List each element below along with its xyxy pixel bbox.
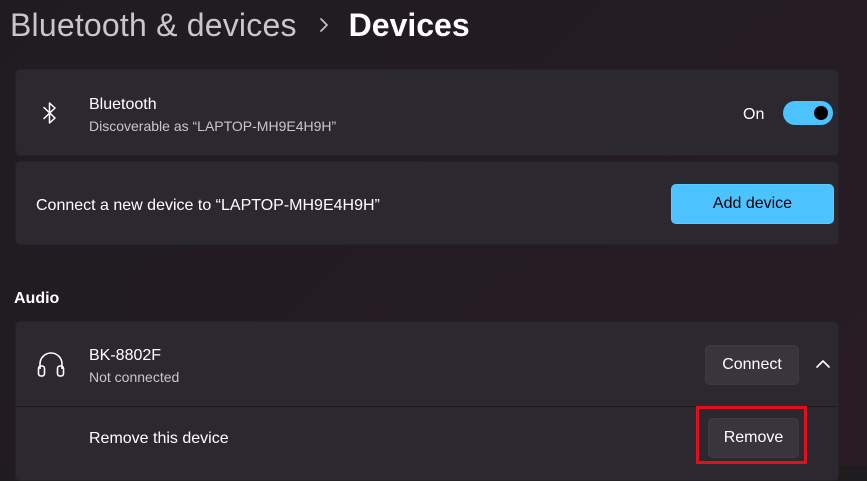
- add-device-button[interactable]: Add device: [671, 184, 834, 224]
- bluetooth-card: Bluetooth Discoverable as “LAPTOP-MH9E4H…: [15, 69, 839, 156]
- chevron-up-icon[interactable]: [808, 349, 838, 379]
- bluetooth-toggle[interactable]: [783, 101, 833, 125]
- bluetooth-title: Bluetooth: [89, 96, 157, 113]
- connect-button[interactable]: Connect: [705, 345, 799, 385]
- breadcrumb-separator-icon: [319, 18, 329, 32]
- toggle-knob: [814, 106, 828, 120]
- breadcrumb: Bluetooth & devices Devices: [10, 0, 470, 50]
- add-device-card: Connect a new device to “LAPTOP-MH9E4H9H…: [15, 161, 839, 245]
- page-title: Devices: [348, 6, 470, 43]
- audio-section-label: Audio: [14, 290, 60, 307]
- bluetooth-toggle-label: On: [743, 106, 765, 123]
- bluetooth-icon: [38, 100, 62, 126]
- device-name: BK-8802F: [89, 347, 162, 364]
- add-device-text: Connect a new device to “LAPTOP-MH9E4H9H…: [36, 197, 380, 214]
- breadcrumb-parent[interactable]: Bluetooth & devices: [10, 7, 297, 44]
- headphones-icon: [34, 349, 68, 379]
- device-status: Not connected: [89, 369, 180, 385]
- highlight-annotation: [696, 406, 807, 464]
- remove-device-text: Remove this device: [89, 430, 229, 447]
- bluetooth-subtitle: Discoverable as “LAPTOP-MH9E4H9H”: [89, 118, 337, 134]
- settings-window: Bluetooth & devices Devices Bluetooth Di…: [0, 0, 867, 481]
